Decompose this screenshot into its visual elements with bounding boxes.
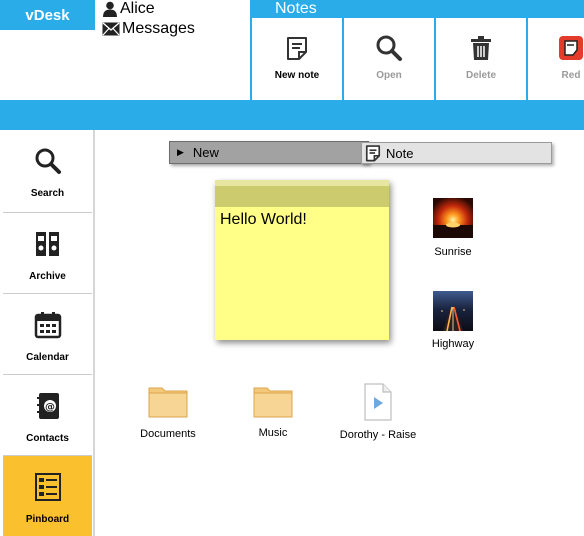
magnifier-icon: [376, 35, 402, 61]
brand-logo[interactable]: vDesk: [0, 0, 95, 30]
context-menu-new-label: New: [192, 145, 219, 160]
red-note-label: Red: [561, 70, 581, 81]
desktop-folder-documents[interactable]: Documents: [128, 384, 208, 440]
desktop-file-dorothy-raise[interactable]: Dorothy - Raise: [332, 383, 424, 441]
sunrise-thumbnail: [433, 198, 473, 238]
binders-icon: [35, 232, 59, 256]
trash-icon: [471, 36, 491, 60]
sidebar-item-pinboard[interactable]: Pinboard: [3, 456, 92, 536]
highway-thumbnail: [433, 291, 473, 331]
ribbon-tab-notes[interactable]: Notes: [250, 0, 584, 18]
sidebar-item-label: Search: [30, 188, 65, 199]
sidebar-item-calendar[interactable]: Calendar: [3, 294, 92, 374]
open-button[interactable]: Open: [342, 18, 434, 100]
sidebar-item-contacts[interactable]: @ Contacts: [3, 375, 92, 455]
folder-icon: [253, 387, 293, 418]
address-book-icon: @: [36, 393, 59, 419]
desktop-image-sunrise[interactable]: Sunrise: [421, 198, 485, 258]
sticky-note[interactable]: Hello World!: [215, 180, 389, 340]
context-menu-note-label: Note: [386, 145, 414, 161]
desktop-folder-music[interactable]: Music: [233, 384, 313, 439]
sidebar-item-label: Archive: [29, 271, 66, 282]
note-icon: [365, 145, 381, 162]
sidebar-item-search[interactable]: Search: [3, 130, 92, 210]
search-icon: [35, 148, 61, 174]
calendar-icon: [34, 312, 61, 339]
delete-button[interactable]: Delete: [434, 18, 526, 100]
user-name-label: Alice: [120, 0, 155, 17]
desktop-image-highway[interactable]: Highway: [421, 291, 485, 350]
sidebar-item-label: Calendar: [26, 352, 69, 363]
vdesk-app: vDesk Alice Messages Notes New note Open…: [0, 0, 584, 536]
user-icon: [103, 1, 117, 17]
messages-link[interactable]: Messages: [102, 20, 195, 38]
folder-icon: [148, 387, 188, 418]
desktop-item-label: Sunrise: [434, 246, 472, 258]
sidebar-item-label: Contacts: [26, 433, 69, 444]
desktop-item-label: Music: [258, 427, 288, 439]
desktop-item-label: Highway: [431, 338, 475, 350]
svg-text:@: @: [45, 402, 55, 413]
new-note-button[interactable]: New note: [250, 18, 342, 100]
audio-file-icon: [364, 383, 392, 421]
open-label: Open: [376, 70, 402, 81]
note-icon: [287, 37, 307, 60]
sticky-note-handle[interactable]: [215, 180, 389, 207]
sticky-note-text[interactable]: Hello World!: [215, 207, 389, 233]
delete-label: Delete: [465, 70, 496, 81]
desktop-item-label: Dorothy - Raise: [339, 429, 417, 441]
messages-label: Messages: [122, 20, 195, 37]
sidebar: Search Archive Calendar @ Contacts Pinbo…: [0, 130, 95, 536]
envelope-icon: [102, 22, 120, 36]
pinboard-icon: [34, 473, 61, 501]
user-name[interactable]: Alice: [102, 0, 155, 18]
red-note-icon: [559, 36, 583, 60]
red-note-button[interactable]: Red: [526, 18, 584, 100]
toolbar-strip: [0, 100, 584, 130]
sidebar-item-label: Pinboard: [25, 514, 70, 525]
context-menu-note[interactable]: Note: [361, 142, 552, 164]
submenu-arrow-icon: ▶: [177, 147, 184, 157]
sidebar-item-archive[interactable]: Archive: [3, 213, 92, 293]
new-note-label: New note: [274, 70, 320, 81]
context-menu-new[interactable]: ▶ New: [169, 141, 369, 164]
desktop-item-label: Documents: [140, 428, 196, 440]
